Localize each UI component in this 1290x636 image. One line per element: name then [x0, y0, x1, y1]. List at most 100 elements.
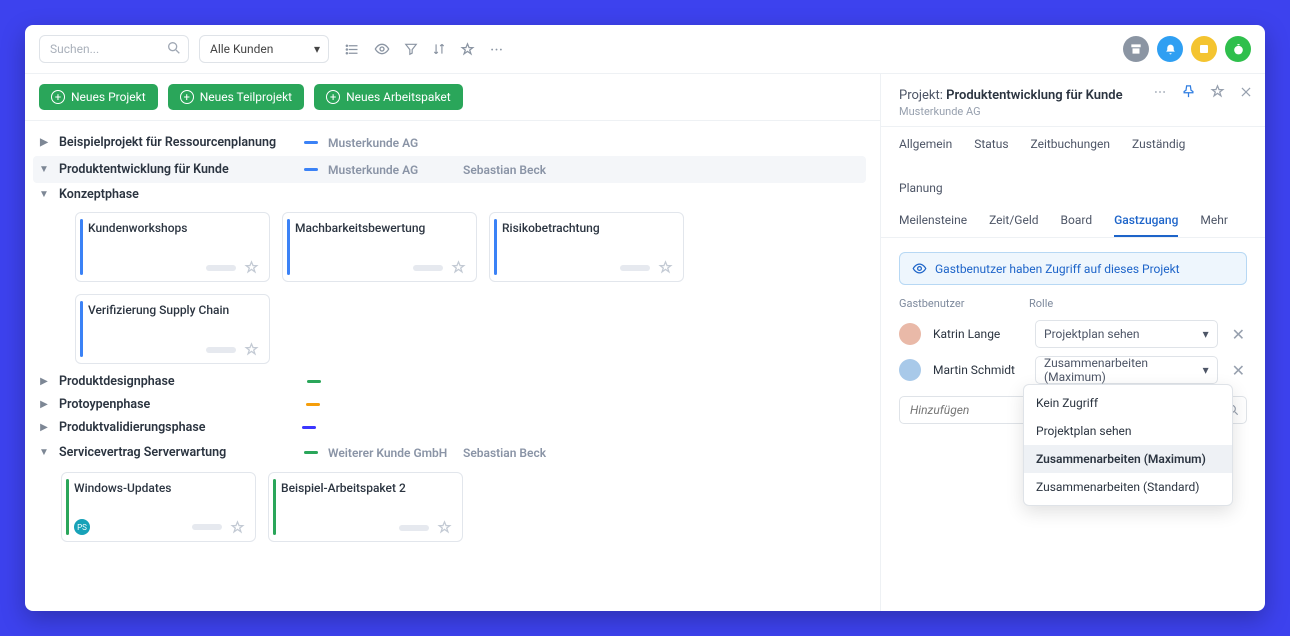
star-icon[interactable] — [1210, 84, 1225, 99]
status-dash — [304, 141, 318, 144]
role-dropdown[interactable]: Projektplan sehen ▾ — [1035, 320, 1218, 348]
tabs-row-2: Meilensteine Zeit/Geld Board Gastzugang Mehr — [881, 203, 1265, 238]
note-icon[interactable] — [1191, 36, 1217, 62]
workpackage-card[interactable]: Kundenworkshops — [75, 212, 270, 282]
card-title: Beispiel-Arbeitspaket 2 — [281, 481, 452, 495]
tab-zeitbuchungen[interactable]: Zeitbuchungen — [1031, 137, 1111, 159]
guest-columns: Gastbenutzer Rolle — [881, 297, 1265, 310]
tab-allgemein[interactable]: Allgemein — [899, 137, 952, 159]
project-owner: Sebastian Beck — [463, 163, 546, 177]
new-subproject-button[interactable]: +Neues Teilprojekt — [168, 84, 304, 110]
detail-panel: Projekt: Produktentwicklung für Kunde Mu… — [880, 74, 1265, 611]
star-icon[interactable] — [658, 260, 673, 275]
filter-icon[interactable] — [404, 42, 418, 56]
status-dash — [307, 380, 321, 383]
plus-icon: + — [326, 90, 340, 104]
project-row[interactable]: ▼ Produktentwicklung für Kunde Musterkun… — [33, 156, 866, 183]
card-container: Windows-Updates PS Beispiel-Arbeitspaket… — [39, 466, 866, 548]
progress-bar — [620, 265, 650, 271]
tabs-row-1: Allgemein Status Zeitbuchungen Zuständig Pla… — [881, 127, 1265, 203]
role-option[interactable]: Kein Zugriff — [1024, 389, 1232, 417]
more-icon[interactable] — [1153, 85, 1167, 99]
new-workpackage-button[interactable]: +Neues Arbeitspaket — [314, 84, 463, 110]
customer-filter[interactable]: Alle Kunden ▾ — [199, 35, 329, 63]
caret-icon[interactable]: ▼ — [39, 189, 49, 200]
role-dropdown[interactable]: Zusammenarbeiten (Maximum) ▾ — [1035, 356, 1218, 384]
guest-name: Martin Schmidt — [933, 363, 1023, 377]
star-icon[interactable] — [244, 260, 259, 275]
role-option[interactable]: Zusammenarbeiten (Maximum) — [1024, 445, 1232, 473]
info-banner: Gastbenutzer haben Zugriff auf dieses Pr… — [899, 252, 1247, 285]
eye-icon[interactable] — [374, 41, 390, 57]
remove-guest-button[interactable]: ✕ — [1230, 325, 1247, 344]
search-icon[interactable] — [166, 40, 182, 56]
status-dash — [304, 168, 318, 171]
progress-bar — [206, 347, 236, 353]
star-icon[interactable] — [460, 42, 475, 57]
progress-bar — [413, 265, 443, 271]
tab-zeitgeld[interactable]: Zeit/Geld — [989, 213, 1038, 237]
timer-icon[interactable] — [1225, 36, 1251, 62]
caret-icon[interactable]: ▶ — [39, 137, 49, 148]
progress-bar — [399, 525, 429, 531]
workpackage-card[interactable]: Risikobetrachtung — [489, 212, 684, 282]
caret-icon[interactable]: ▶ — [39, 422, 49, 433]
eye-icon — [912, 261, 927, 276]
phase-row[interactable]: ▼ Konzeptphase — [39, 183, 866, 206]
card-footer — [281, 520, 452, 535]
workpackage-card[interactable]: Windows-Updates PS — [61, 472, 256, 542]
guest-row: Martin Schmidt Zusammenarbeiten (Maximum… — [881, 352, 1265, 388]
main: +Neues Projekt +Neues Teilprojekt +Neues… — [25, 74, 1265, 611]
workpackage-card[interactable]: Machbarkeitsbewertung — [282, 212, 477, 282]
new-buttons-row: +Neues Projekt +Neues Teilprojekt +Neues… — [25, 74, 880, 121]
caret-icon[interactable]: ▶ — [39, 399, 49, 410]
tab-status[interactable]: Status — [974, 137, 1008, 159]
role-option[interactable]: Projektplan sehen — [1024, 417, 1232, 445]
tab-meilensteine[interactable]: Meilensteine — [899, 213, 967, 237]
status-dash — [304, 451, 318, 454]
caret-icon[interactable]: ▶ — [39, 376, 49, 387]
tab-zustndig[interactable]: Zuständig — [1132, 137, 1185, 159]
notification-icon[interactable] — [1157, 36, 1183, 62]
avatar — [899, 323, 921, 345]
star-icon[interactable] — [244, 342, 259, 357]
workpackage-card[interactable]: Verifizierung Supply Chain — [75, 294, 270, 364]
project-name: Servicevertrag Serverwartung — [59, 445, 294, 460]
close-icon[interactable] — [1239, 85, 1253, 99]
sort-icon[interactable] — [432, 42, 446, 56]
panel-header: Projekt: Produktentwicklung für Kunde Mu… — [881, 74, 1265, 127]
role-option[interactable]: Zusammenarbeiten (Standard) — [1024, 473, 1232, 501]
remove-guest-button[interactable]: ✕ — [1230, 361, 1247, 380]
progress-bar — [206, 265, 236, 271]
tab-planung[interactable]: Planung — [899, 181, 943, 203]
panel-title-name: Produktentwicklung für Kunde — [946, 88, 1122, 103]
new-project-button[interactable]: +Neues Projekt — [39, 84, 158, 110]
project-owner: Sebastian Beck — [463, 446, 546, 460]
chevron-down-icon: ▾ — [1203, 363, 1209, 377]
caret-icon[interactable]: ▼ — [39, 447, 49, 458]
star-icon[interactable] — [437, 520, 452, 535]
panel-title-label: Projekt: — [899, 88, 943, 103]
toolbar: Alle Kunden ▾ — [25, 25, 1265, 74]
avatar — [899, 359, 921, 381]
phase-row[interactable]: ▶ Produktdesignphase — [39, 370, 866, 393]
pin-icon[interactable] — [1181, 84, 1196, 99]
phase-row[interactable]: ▶ Produktvalidierungsphase — [39, 416, 866, 439]
project-row[interactable]: ▶ Beispielprojekt für Ressourcenplanung … — [39, 129, 866, 156]
list-icon[interactable] — [345, 42, 360, 57]
star-icon[interactable] — [451, 260, 466, 275]
phase-row[interactable]: ▶ Protoypenphase — [39, 393, 866, 416]
app-window: Alle Kunden ▾ +Neues Projekt +Neues Teil… — [25, 25, 1265, 611]
more-icon[interactable] — [489, 42, 504, 57]
tab-gastzugang[interactable]: Gastzugang — [1114, 213, 1178, 237]
tab-board[interactable]: Board — [1061, 213, 1093, 237]
star-icon[interactable] — [230, 520, 245, 535]
progress-bar — [192, 524, 222, 530]
caret-icon[interactable]: ▼ — [39, 164, 49, 175]
customer-filter-label: Alle Kunden — [210, 42, 273, 56]
plus-icon: + — [180, 90, 194, 104]
tab-mehr[interactable]: Mehr — [1200, 213, 1228, 237]
workpackage-card[interactable]: Beispiel-Arbeitspaket 2 — [268, 472, 463, 542]
archive-icon[interactable] — [1123, 36, 1149, 62]
project-row[interactable]: ▼ Servicevertrag Serverwartung Weiterer … — [39, 439, 866, 466]
